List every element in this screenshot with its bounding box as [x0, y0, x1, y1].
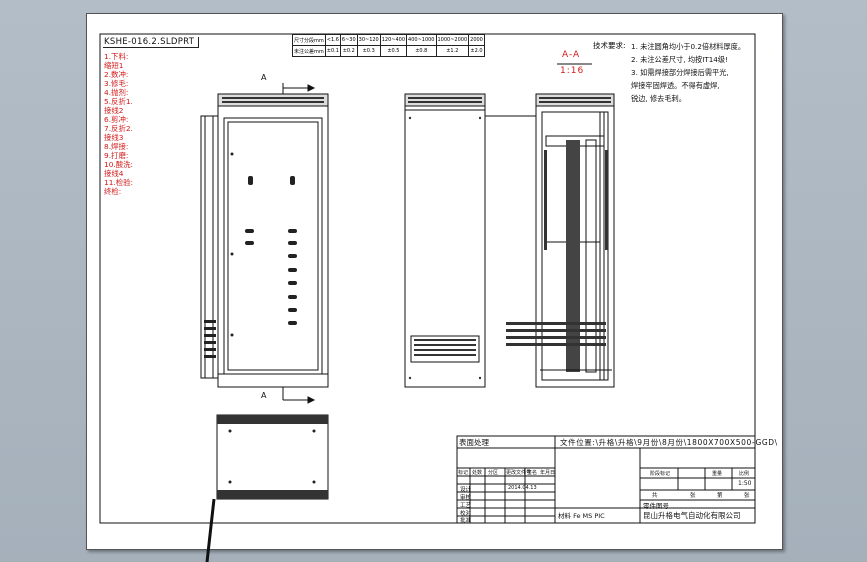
note-line: 接线2: [104, 106, 124, 115]
rev-header: 处数: [472, 470, 483, 476]
role-label: 审核: [460, 495, 472, 501]
note-line: 3.修毛:: [104, 79, 129, 88]
material-note: 材料 Fe MS PIC: [558, 512, 605, 520]
tol-cell: 6~30: [339, 34, 358, 46]
view-arrow-label-bottom: A: [261, 391, 267, 400]
tech-note-line: 2. 未注公差尺寸, 均按IT14级!: [631, 55, 728, 64]
file-path: 文件位置:\升格\升格\9月份\8月份\1800X700X500-GGD\: [560, 438, 778, 447]
tol-cell: 30~120: [356, 34, 381, 46]
note-line: 11.检验:: [104, 178, 134, 187]
tol-cell: ±2.0: [468, 45, 485, 57]
file-name-label: KSHE-016.2.SLDPRT: [103, 37, 200, 48]
tech-note-line: 3. 如需焊接部分焊接后需平光,: [631, 68, 729, 77]
tol-cell: 120~400: [379, 34, 408, 46]
note-line: 2.数冲:: [104, 70, 129, 79]
sheet-info: 张: [690, 493, 696, 499]
note-line: 1.下料:: [104, 52, 129, 61]
note-line: 接线4: [104, 169, 124, 178]
rev-header: 分区: [488, 470, 499, 476]
process-label: 表面处理: [459, 438, 489, 447]
stage-header: 重量: [712, 471, 723, 477]
section-view-vents: [506, 97, 611, 346]
note-line: 接线3: [104, 133, 124, 142]
section-arrow-top: [282, 83, 316, 94]
role-label: 批准: [460, 518, 472, 524]
tol-cell: ±0.1: [324, 45, 341, 57]
tol-cell: ±0.5: [379, 45, 408, 57]
tol-cell: ±0.8: [406, 45, 437, 57]
note-line: 4.抛剂:: [104, 88, 129, 97]
note-line: 6.剪冲:: [104, 115, 129, 124]
tol-cell: <1.6: [324, 34, 341, 46]
top-view: [205, 414, 329, 562]
part-label: 零件图号: [643, 502, 669, 510]
tol-cell: ±0.2: [339, 45, 358, 57]
note-line: 7.反折2.: [104, 124, 133, 133]
stage-header: 比例: [739, 471, 750, 477]
role-label: 设计: [460, 487, 472, 493]
rev-header: 年月日: [540, 470, 556, 476]
sheet-info: 第: [717, 493, 723, 499]
section-label: A-A: [562, 50, 581, 60]
view-arrow-label-top: A: [261, 73, 267, 82]
note-line: 5.反折1.: [104, 97, 133, 106]
side-view-vents: [408, 97, 482, 380]
tolerance-table: 尺寸分段mm <1.6 6~30 30~120 120~400 400~1000…: [292, 34, 485, 57]
tol-cell: ±0.3: [356, 45, 381, 57]
sheet-info: 共: [652, 493, 658, 499]
note-line: 8.焊接:: [104, 142, 129, 151]
tol-cell: 未注公差mm: [292, 45, 326, 57]
date-value: 2014.04.13: [508, 485, 537, 491]
tol-cell: 400~1000: [406, 34, 437, 46]
tech-note-line: 1. 未注圆角均小于0.2倍材料厚度。: [631, 42, 746, 51]
tech-note-line: 锐边, 修去毛刺。: [631, 94, 686, 103]
process-notes: 1.下料: 缩短1 2.数冲: 3.修毛: 4.抛剂: 5.反折1. 接线2 6…: [104, 52, 133, 196]
tol-cell: 1000~2000: [435, 34, 470, 46]
scale-value: 1:50: [738, 480, 752, 487]
sheet-info: 张: [744, 493, 750, 499]
note-line: 缩短1: [104, 61, 124, 70]
tech-title: 技术要求:: [593, 41, 626, 50]
tech-notes: 1. 未注圆角均小于0.2倍材料厚度。 2. 未注公差尺寸, 均按IT14级! …: [631, 40, 745, 105]
rev-header: 标记: [458, 470, 469, 476]
rev-header: 签名: [527, 470, 538, 476]
tol-cell: 尺寸分段mm: [292, 34, 326, 46]
front-view: [200, 93, 329, 388]
section-arrow-bottom: [282, 387, 316, 404]
stage-header: 阶段标记: [650, 471, 671, 477]
note-line: 10.酸洗:: [104, 160, 134, 169]
tol-cell: 2000: [468, 34, 485, 46]
note-line: 9.打磨:: [104, 151, 129, 160]
role-label: 工艺: [460, 503, 472, 509]
company-name: 昆山升格电气自动化有限公司: [643, 511, 741, 520]
tol-cell: ±1.2: [435, 45, 470, 57]
section-scale: 1:16: [560, 66, 585, 76]
tech-note-line: 焊接牢固焊透。不得有虚焊,: [631, 81, 720, 90]
note-line: 终检:: [104, 187, 122, 196]
